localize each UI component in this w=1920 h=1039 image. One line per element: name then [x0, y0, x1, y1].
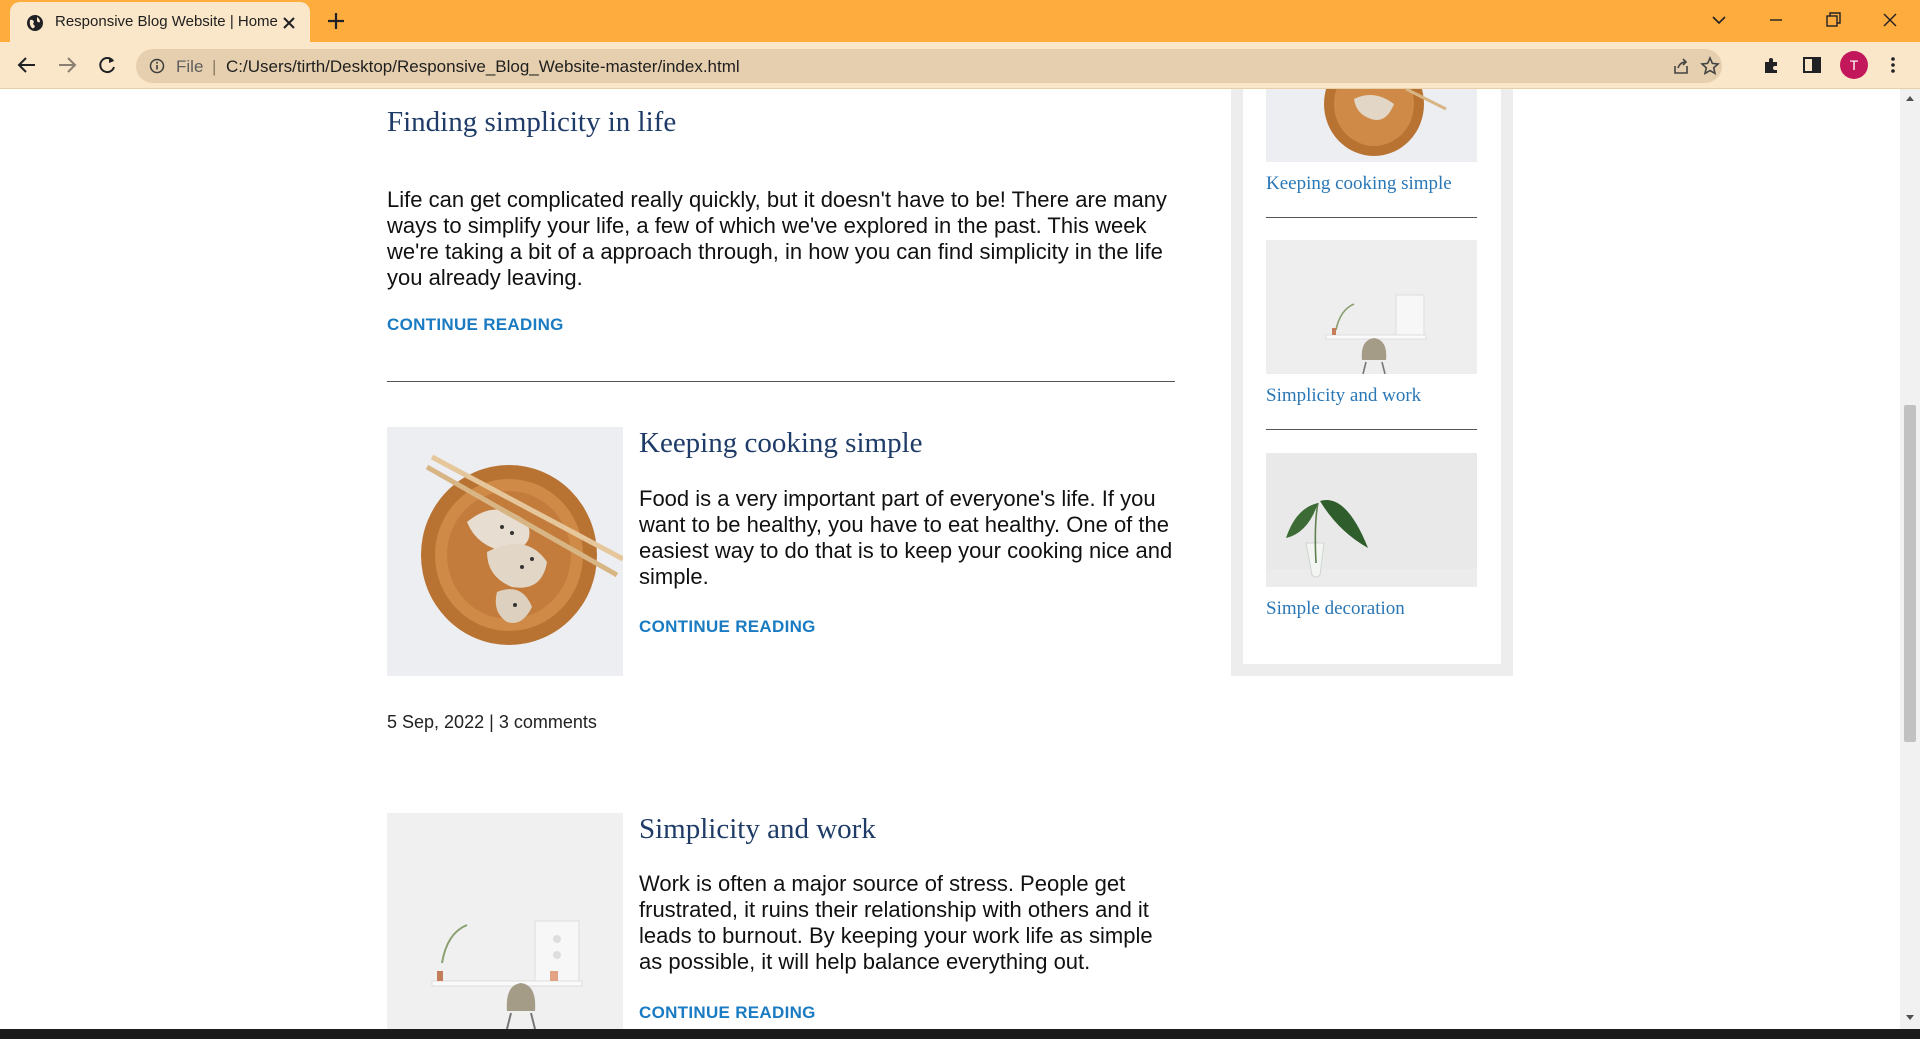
plant-vase-image	[1266, 453, 1477, 587]
comments-link[interactable]: 3 comments	[499, 712, 597, 732]
url-text[interactable]: C:/Users/tirth/Desktop/Responsive_Blog_W…	[226, 57, 740, 77]
globe-icon	[27, 15, 43, 31]
sidebar-divider	[1266, 429, 1477, 430]
meta-separator: |	[489, 712, 494, 732]
extensions-puzzle-icon[interactable]	[1761, 54, 1783, 76]
bookmark-star-icon[interactable]	[1700, 56, 1720, 76]
continue-reading-link[interactable]: CONTINUE READING	[639, 1003, 816, 1023]
reload-icon[interactable]	[96, 54, 118, 76]
desk-chair-image[interactable]	[387, 813, 623, 1029]
new-tab-icon[interactable]	[327, 12, 345, 30]
desk-chair-image	[1266, 240, 1477, 374]
more-menu-icon[interactable]	[1882, 54, 1904, 76]
post-meta: 5 Sep, 2022 | 3 comments	[387, 712, 597, 733]
post-title[interactable]: Finding simplicity in life	[387, 106, 676, 139]
dumplings-bowl-image[interactable]	[387, 427, 623, 676]
page-scrollbar[interactable]	[1900, 89, 1920, 1029]
scheme-separator: |	[212, 57, 217, 76]
scheme-label: File	[176, 57, 204, 76]
scroll-up-arrow-icon[interactable]	[1906, 96, 1914, 101]
info-icon[interactable]	[149, 58, 165, 74]
forward-arrow-icon[interactable]	[56, 54, 78, 76]
sidebar-thumb-work[interactable]	[1266, 240, 1477, 374]
post-divider	[387, 381, 1175, 382]
post-title[interactable]: Simplicity and work	[639, 813, 876, 846]
scroll-down-arrow-icon[interactable]	[1906, 1015, 1914, 1020]
tab-search-chevron-icon[interactable]	[1708, 9, 1730, 31]
post-excerpt: Life can get complicated really quickly,…	[387, 187, 1167, 290]
sidebar-thumb-cooking[interactable]	[1266, 89, 1477, 162]
share-icon[interactable]	[1672, 57, 1690, 75]
page-viewport: Finding simplicity in life Life can get …	[0, 89, 1900, 1029]
post-excerpt: Food is a very important part of everyon…	[639, 486, 1173, 589]
post-date: 5 Sep, 2022	[387, 712, 485, 732]
desk-image-graphic	[387, 813, 623, 1029]
tab-title: Responsive Blog Website | Home	[55, 13, 278, 30]
side-panel-icon[interactable]	[1801, 54, 1823, 76]
post-title[interactable]: Keeping cooking simple	[639, 427, 923, 460]
dumplings-image-graphic	[387, 427, 623, 676]
tab-strip: Responsive Blog Website | Home	[0, 0, 1920, 42]
sidebar-link[interactable]: Simple decoration	[1266, 598, 1405, 620]
sidebar-divider	[1266, 217, 1477, 218]
scrollbar-thumb[interactable]	[1904, 405, 1916, 742]
profile-avatar[interactable]: T	[1840, 51, 1868, 79]
address-bar[interactable]: File | C:/Users/tirth/Desktop/Responsive…	[136, 49, 1722, 83]
continue-reading-link[interactable]: CONTINUE READING	[639, 617, 816, 637]
sidebar-link[interactable]: Simplicity and work	[1266, 385, 1421, 407]
active-tab[interactable]: Responsive Blog Website | Home	[10, 2, 310, 42]
restore-icon[interactable]	[1822, 9, 1844, 31]
close-tab-icon[interactable]	[282, 16, 296, 30]
dumplings-bowl-image	[1266, 89, 1477, 162]
post-excerpt: Work is often a major source of stress. …	[639, 871, 1153, 974]
close-window-icon[interactable]	[1879, 9, 1901, 31]
browser-toolbar: File | C:/Users/tirth/Desktop/Responsive…	[0, 42, 1920, 89]
os-taskbar	[0, 1029, 1920, 1039]
continue-reading-link[interactable]: CONTINUE READING	[387, 315, 564, 335]
back-arrow-icon[interactable]	[16, 54, 38, 76]
minimize-icon[interactable]	[1765, 9, 1787, 31]
sidebar-thumb-decoration[interactable]	[1266, 453, 1477, 587]
sidebar-link[interactable]: Keeping cooking simple	[1266, 173, 1452, 195]
